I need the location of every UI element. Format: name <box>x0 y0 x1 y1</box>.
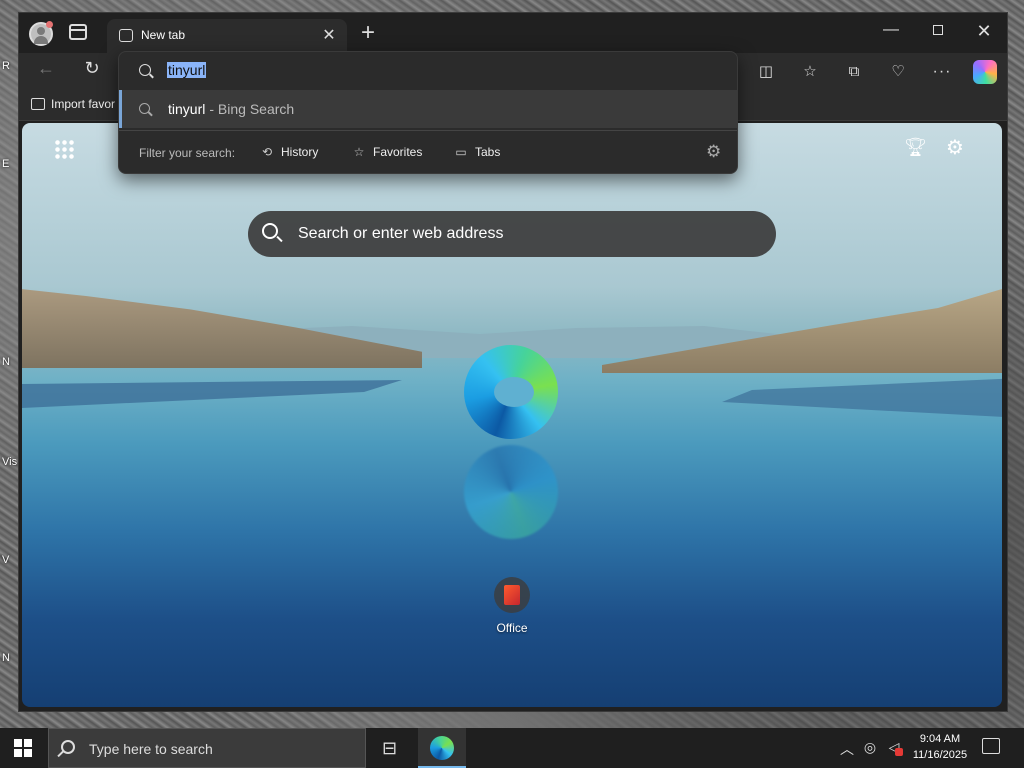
new-tab-button[interactable]: + <box>356 19 380 47</box>
notifications-icon[interactable] <box>982 738 1000 754</box>
minimize-button[interactable]: — <box>876 21 906 39</box>
tab-new-tab[interactable]: New tab ✕ <box>107 19 347 53</box>
background-hill-left <box>22 287 422 368</box>
windows-logo-pane <box>14 749 22 757</box>
import-favorites-button[interactable]: Import favor <box>31 97 115 111</box>
chevron-up-icon[interactable]: ︿ <box>838 739 856 759</box>
page-settings-gear-icon[interactable]: ⚙ <box>944 135 966 160</box>
task-view-icon[interactable]: ⊟ <box>382 738 402 759</box>
refresh-button[interactable]: ↻ <box>79 58 105 79</box>
desktop-label-v: V <box>2 554 10 566</box>
filter-history-button[interactable]: ⟲ History <box>259 145 318 159</box>
edge-icon <box>430 736 454 760</box>
filter-tabs-button[interactable]: ▭ Tabs <box>453 145 500 159</box>
desktop-label-n2: N <box>2 652 10 664</box>
suggestion-text: tinyurl - Bing Search <box>168 101 294 117</box>
history-icon: ⟲ <box>261 145 273 159</box>
network-globe-icon[interactable]: ◎ <box>861 739 879 756</box>
quick-link-label: Office <box>496 621 528 635</box>
desktop-label-e: E <box>2 158 10 170</box>
filter-row: Filter your search: ⟲ History ☆ Favorites … <box>119 132 737 174</box>
clock-time: 9:04 AM <box>919 733 961 745</box>
desktop-label-r: R <box>2 60 10 72</box>
ntp-search-box[interactable]: Search or enter web address <box>248 211 776 257</box>
close-window-button[interactable]: ✕ <box>969 21 999 42</box>
new-tab-page-icon <box>119 29 133 42</box>
taskbar-edge-button[interactable] <box>418 728 466 768</box>
back-button[interactable]: ← <box>33 58 59 79</box>
split-screen-icon[interactable]: ◫ <box>755 61 777 83</box>
title-bar: New tab ✕ + — ✕ <box>19 13 1007 53</box>
tabs-icon: ▭ <box>455 145 467 159</box>
filter-history-label: History <box>281 145 319 159</box>
start-button[interactable] <box>14 739 32 757</box>
profile-notification-dot <box>46 21 53 28</box>
new-tab-page: 🏆︎ ⚙ Search or enter web address Office <box>22 123 1002 707</box>
tab-title: New tab <box>141 28 186 42</box>
windows-logo-pane <box>24 739 32 747</box>
taskbar-search-box[interactable]: Type here to search <box>48 728 366 768</box>
filter-tabs-label: Tabs <box>475 145 501 159</box>
more-options-button[interactable]: ··· <box>931 61 953 83</box>
search-icon <box>61 740 75 754</box>
filter-favorites-label: Favorites <box>373 145 423 159</box>
collections-icon[interactable]: ⧉ <box>843 61 865 83</box>
background-hill-right <box>602 283 1002 373</box>
folder-icon <box>31 98 45 110</box>
rewards-trophy-icon[interactable]: 🏆︎ <box>904 137 927 158</box>
desktop-label-n: N <box>2 356 10 368</box>
desktop-label-vis: Vis <box>2 456 18 468</box>
ntp-search-placeholder: Search or enter web address <box>298 225 504 242</box>
import-favorites-label: Import favor <box>51 97 116 111</box>
favorites-icon[interactable]: ☆ <box>799 61 821 83</box>
taskbar-search-placeholder: Type here to search <box>89 741 213 757</box>
muted-badge-icon <box>895 748 903 756</box>
windows-logo-pane <box>14 739 22 747</box>
office-icon <box>494 577 530 613</box>
suggestion-item[interactable]: tinyurl - Bing Search <box>119 90 737 128</box>
windows-logo-pane <box>24 749 32 757</box>
edge-logo-reflection <box>464 445 558 539</box>
browser-essentials-icon[interactable]: ♡ <box>887 61 909 83</box>
maximize-button[interactable] <box>923 21 953 40</box>
copilot-icon[interactable] <box>973 60 997 84</box>
apps-launcher-icon[interactable] <box>54 139 74 159</box>
divider <box>119 130 737 131</box>
address-input[interactable]: tinyurl <box>119 52 737 90</box>
search-icon <box>139 103 150 114</box>
background-shore-left <box>22 380 402 408</box>
search-icon <box>139 64 151 76</box>
search-icon <box>262 223 278 239</box>
edge-logo <box>464 345 558 439</box>
tab-close-icon[interactable]: ✕ <box>319 25 339 45</box>
star-icon: ☆ <box>353 145 365 159</box>
address-input-value[interactable]: tinyurl <box>167 62 207 78</box>
suggestion-source: - Bing Search <box>209 101 295 117</box>
maximize-icon <box>933 25 943 35</box>
taskbar: Type here to search ⊟ ︿ ◎ ◁ 9:04 AM 11/1… <box>0 728 1024 768</box>
background-shore-right <box>722 378 1002 418</box>
filter-favorites-button[interactable]: ☆ Favorites <box>351 145 423 159</box>
filter-label: Filter your search: <box>139 146 236 160</box>
tab-actions-icon[interactable] <box>69 24 87 40</box>
clock-date: 11/16/2025 <box>912 749 968 761</box>
address-bar-dropdown: tinyurl tinyurl - Bing Search Filter your… <box>118 51 738 174</box>
system-clock[interactable]: 9:04 AM 11/16/2025 <box>908 731 972 763</box>
suggestion-query: tinyurl <box>168 101 206 117</box>
quick-link-office[interactable]: Office <box>490 575 534 645</box>
search-settings-gear-icon[interactable]: ⚙ <box>706 142 721 162</box>
